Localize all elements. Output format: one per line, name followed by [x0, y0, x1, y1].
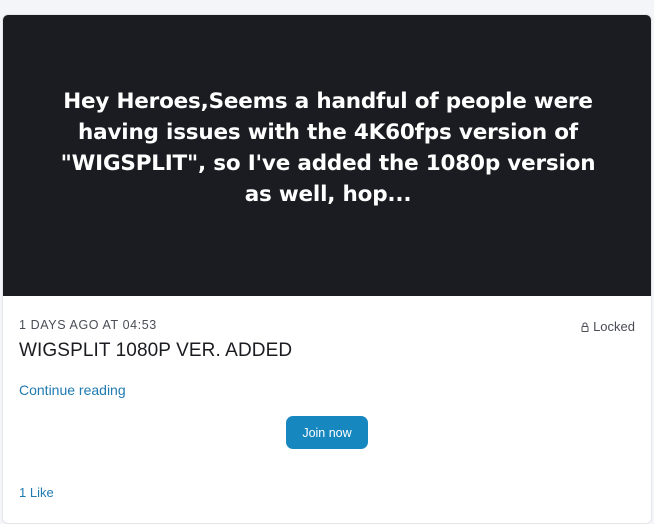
banner-teaser-text: Hey Heroes,Seems a handful of people wer… — [60, 88, 596, 207]
likes-count[interactable]: 1 Like — [19, 485, 54, 500]
join-now-button[interactable]: Join now — [286, 416, 368, 449]
post-title[interactable]: WIGSPLIT 1080P VER. ADDED — [19, 340, 292, 362]
post-card: Hey Heroes,Seems a handful of people wer… — [2, 14, 652, 524]
locked-status: Locked — [581, 319, 635, 334]
continue-reading-link[interactable]: Continue reading — [19, 382, 126, 398]
locked-label: Locked — [593, 319, 635, 334]
lock-icon — [581, 322, 589, 332]
post-banner[interactable]: Hey Heroes,Seems a handful of people wer… — [3, 15, 651, 296]
post-timestamp: 1 DAYS AGO AT 04:53 — [19, 318, 157, 332]
